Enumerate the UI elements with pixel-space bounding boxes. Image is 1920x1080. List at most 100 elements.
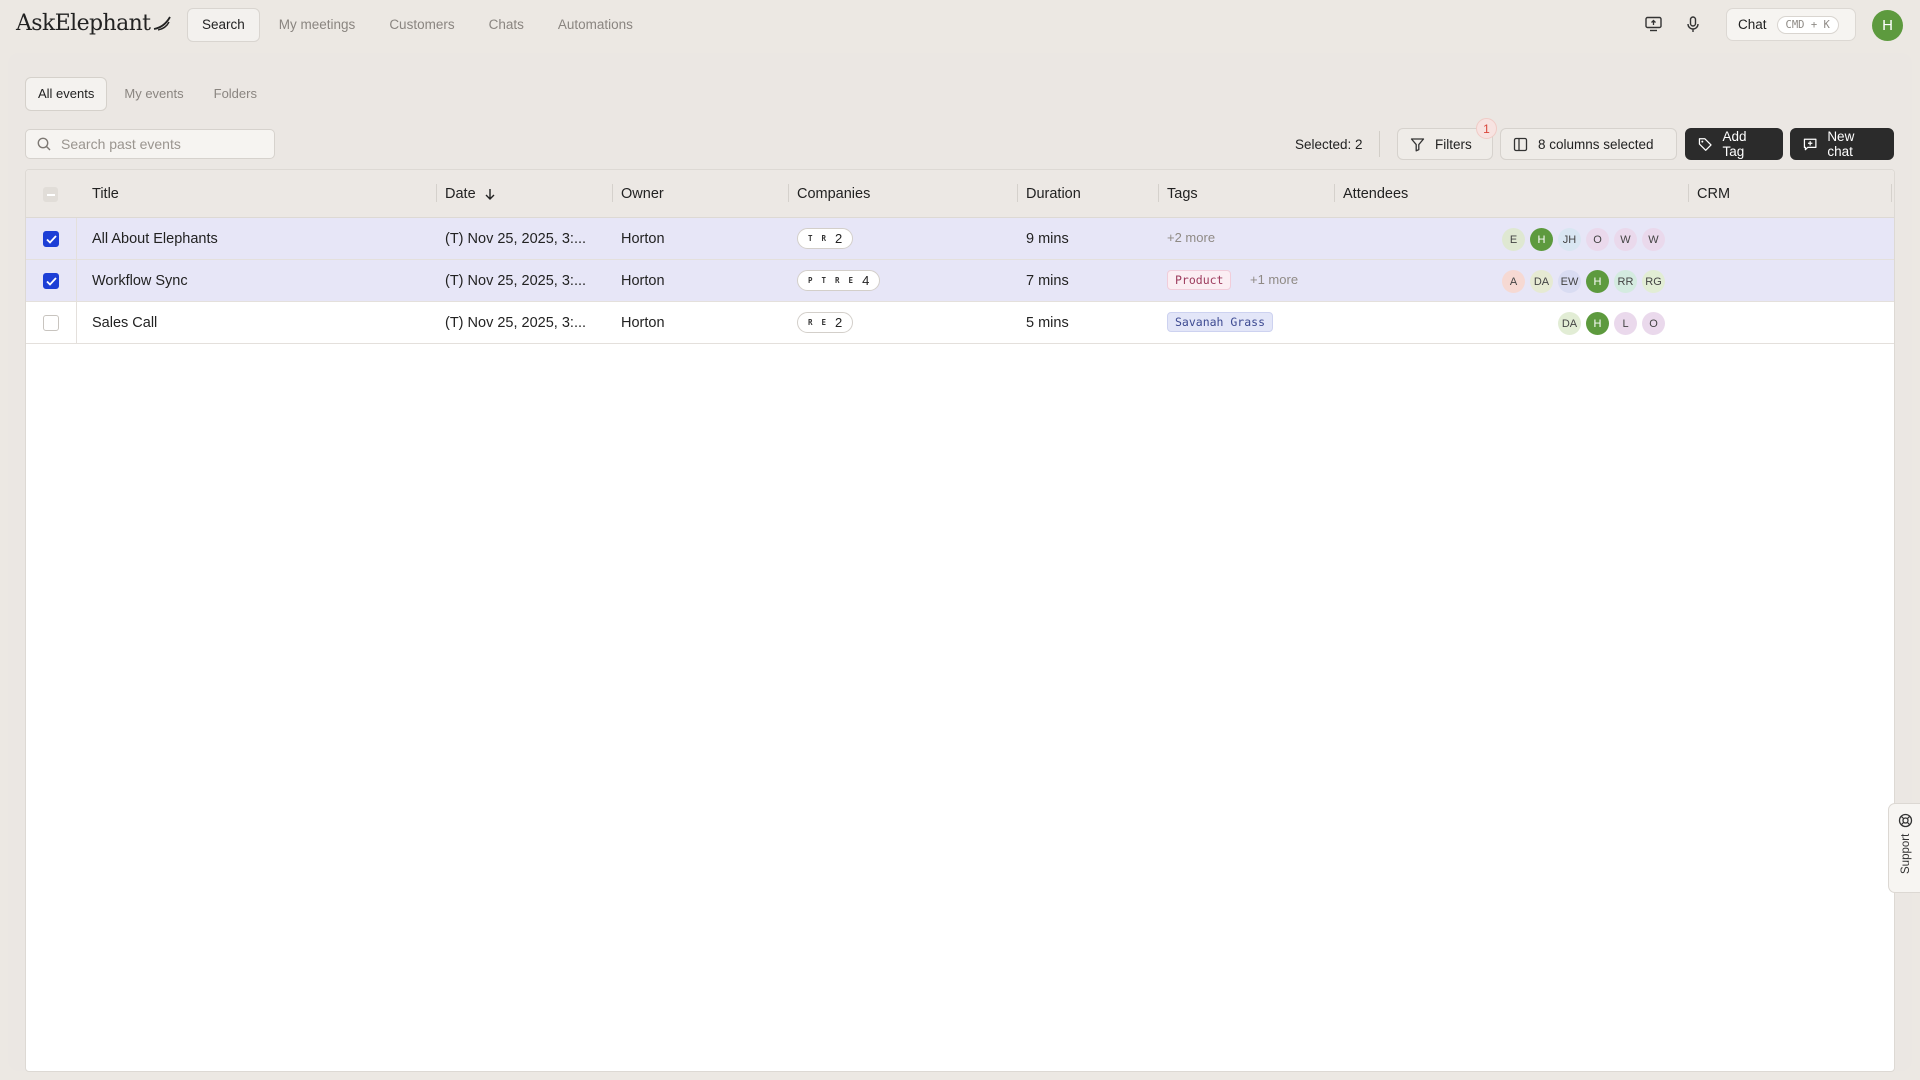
- company-logo: E: [821, 318, 827, 327]
- columns-button[interactable]: 8 columns selected: [1500, 128, 1677, 160]
- attendee-avatar[interactable]: O: [1586, 228, 1609, 251]
- tags-more[interactable]: +2 more: [1167, 230, 1215, 245]
- column-date[interactable]: Date: [445, 186, 496, 202]
- row-date: (T) Nov 25, 2025, 3:...: [445, 315, 587, 331]
- attendee-avatar[interactable]: H: [1586, 270, 1609, 293]
- row-checkbox[interactable]: [43, 231, 59, 247]
- column-attendees[interactable]: Attendees: [1343, 186, 1408, 202]
- tab-my-events[interactable]: My events: [111, 77, 196, 111]
- screen-share-icon[interactable]: [1643, 14, 1663, 34]
- row-owner: Horton: [621, 231, 665, 247]
- column-resizer: [1891, 184, 1892, 202]
- table-row[interactable]: Sales Call (T) Nov 25, 2025, 3:... Horto…: [26, 302, 1894, 344]
- tab-all-events[interactable]: All events: [25, 77, 108, 111]
- company-count: 2: [835, 231, 843, 246]
- select-all-checkbox[interactable]: [43, 187, 58, 202]
- brand-name: AskElephant: [16, 11, 151, 36]
- nav-search[interactable]: Search: [187, 8, 260, 42]
- chat-button-label: Chat: [1738, 17, 1767, 32]
- attendee-avatar[interactable]: DA: [1530, 270, 1553, 293]
- column-date-label: Date: [445, 186, 476, 202]
- user-avatar[interactable]: H: [1872, 10, 1903, 41]
- companies-pill[interactable]: P T R E 4: [797, 270, 881, 291]
- column-tags[interactable]: Tags: [1167, 186, 1198, 202]
- tag-chip[interactable]: Product: [1167, 270, 1232, 290]
- attendee-avatar[interactable]: W: [1642, 228, 1665, 251]
- tab-folders[interactable]: Folders: [201, 77, 270, 111]
- column-companies[interactable]: Companies: [797, 186, 870, 202]
- table-row[interactable]: All About Elephants (T) Nov 25, 2025, 3:…: [26, 218, 1894, 260]
- attendee-avatar[interactable]: E: [1502, 228, 1525, 251]
- attendee-avatar[interactable]: DA: [1558, 312, 1581, 335]
- column-resizer: [436, 184, 437, 202]
- row-title[interactable]: Sales Call: [92, 315, 157, 331]
- column-resizer: [1688, 184, 1689, 202]
- company-count: 4: [862, 273, 870, 288]
- filters-label: Filters: [1435, 136, 1472, 152]
- chat-button[interactable]: Chat CMD + K: [1726, 8, 1856, 41]
- row-title[interactable]: Workflow Sync: [92, 273, 188, 289]
- support-tab[interactable]: Support: [1888, 803, 1920, 893]
- attendee-list: E H JH O W W: [1502, 228, 1665, 251]
- new-chat-label: New chat: [1827, 129, 1855, 159]
- filter-icon: [1410, 137, 1425, 151]
- attendee-avatar[interactable]: W: [1614, 228, 1637, 251]
- new-chat-button[interactable]: New chat: [1790, 128, 1894, 160]
- column-title[interactable]: Title: [92, 186, 119, 202]
- columns-label: 8 columns selected: [1538, 136, 1654, 152]
- row-title[interactable]: All About Elephants: [92, 231, 218, 247]
- row-owner: Horton: [621, 315, 665, 331]
- search-icon: [37, 137, 51, 151]
- company-logo: R: [808, 318, 813, 327]
- column-duration[interactable]: Duration: [1026, 186, 1081, 202]
- column-crm[interactable]: CRM: [1697, 186, 1730, 202]
- row-checkbox[interactable]: [43, 315, 59, 331]
- nav-my-meetings[interactable]: My meetings: [264, 8, 371, 42]
- column-owner[interactable]: Owner: [621, 186, 664, 202]
- attendee-avatar[interactable]: H: [1530, 228, 1553, 251]
- row-checkbox[interactable]: [43, 273, 59, 289]
- microphone-icon[interactable]: [1683, 14, 1703, 34]
- attendee-avatar[interactable]: A: [1502, 270, 1525, 293]
- selected-count: Selected: 2: [1295, 137, 1363, 152]
- support-label: Support: [1900, 833, 1912, 874]
- row-duration: 9 mins: [1026, 231, 1069, 247]
- row-owner: Horton: [621, 273, 665, 289]
- tags-more[interactable]: +1 more: [1250, 272, 1298, 287]
- search-input[interactable]: [61, 136, 261, 152]
- add-tag-button[interactable]: Add Tag: [1685, 128, 1783, 160]
- app-logo[interactable]: AskElephant: [16, 11, 172, 36]
- checkmark-icon: [45, 276, 57, 286]
- attendee-avatar[interactable]: JH: [1558, 228, 1581, 251]
- attendee-avatar[interactable]: RG: [1642, 270, 1665, 293]
- attendee-avatar[interactable]: RR: [1614, 270, 1637, 293]
- column-resizer: [1158, 184, 1159, 202]
- checkmark-icon: [45, 234, 57, 244]
- column-resizer: [788, 184, 789, 202]
- nav-customers[interactable]: Customers: [374, 8, 469, 42]
- attendee-list: DA H L O: [1558, 312, 1665, 335]
- company-count: 2: [835, 315, 843, 330]
- filters-count-badge: 1: [1476, 118, 1497, 139]
- column-resizer: [1017, 184, 1018, 202]
- table-row[interactable]: Workflow Sync (T) Nov 25, 2025, 3:... Ho…: [26, 260, 1894, 302]
- tag-chip[interactable]: Savanah Grass: [1167, 312, 1274, 332]
- event-tabs: All events My events Folders: [25, 77, 270, 111]
- tag-icon: [1698, 137, 1712, 151]
- top-bar: AskElephant Search My meetings Customers…: [0, 0, 1920, 49]
- row-divider: [76, 302, 77, 344]
- companies-pill[interactable]: R E 2: [797, 312, 854, 333]
- company-logo: R: [835, 276, 840, 285]
- company-logo: P: [808, 276, 813, 285]
- attendee-avatar[interactable]: L: [1614, 312, 1637, 335]
- events-table: Title Date Owner Companies Duration Tags…: [25, 169, 1895, 1072]
- chat-shortcut: CMD + K: [1776, 15, 1839, 34]
- attendee-avatar[interactable]: EW: [1558, 270, 1581, 293]
- nav-automations[interactable]: Automations: [543, 8, 648, 42]
- companies-pill[interactable]: T R 2: [797, 228, 854, 249]
- row-duration: 7 mins: [1026, 273, 1069, 289]
- attendee-avatar[interactable]: H: [1586, 312, 1609, 335]
- nav-chats[interactable]: Chats: [474, 8, 539, 42]
- attendee-avatar[interactable]: O: [1642, 312, 1665, 335]
- table-header: Title Date Owner Companies Duration Tags…: [26, 170, 1894, 218]
